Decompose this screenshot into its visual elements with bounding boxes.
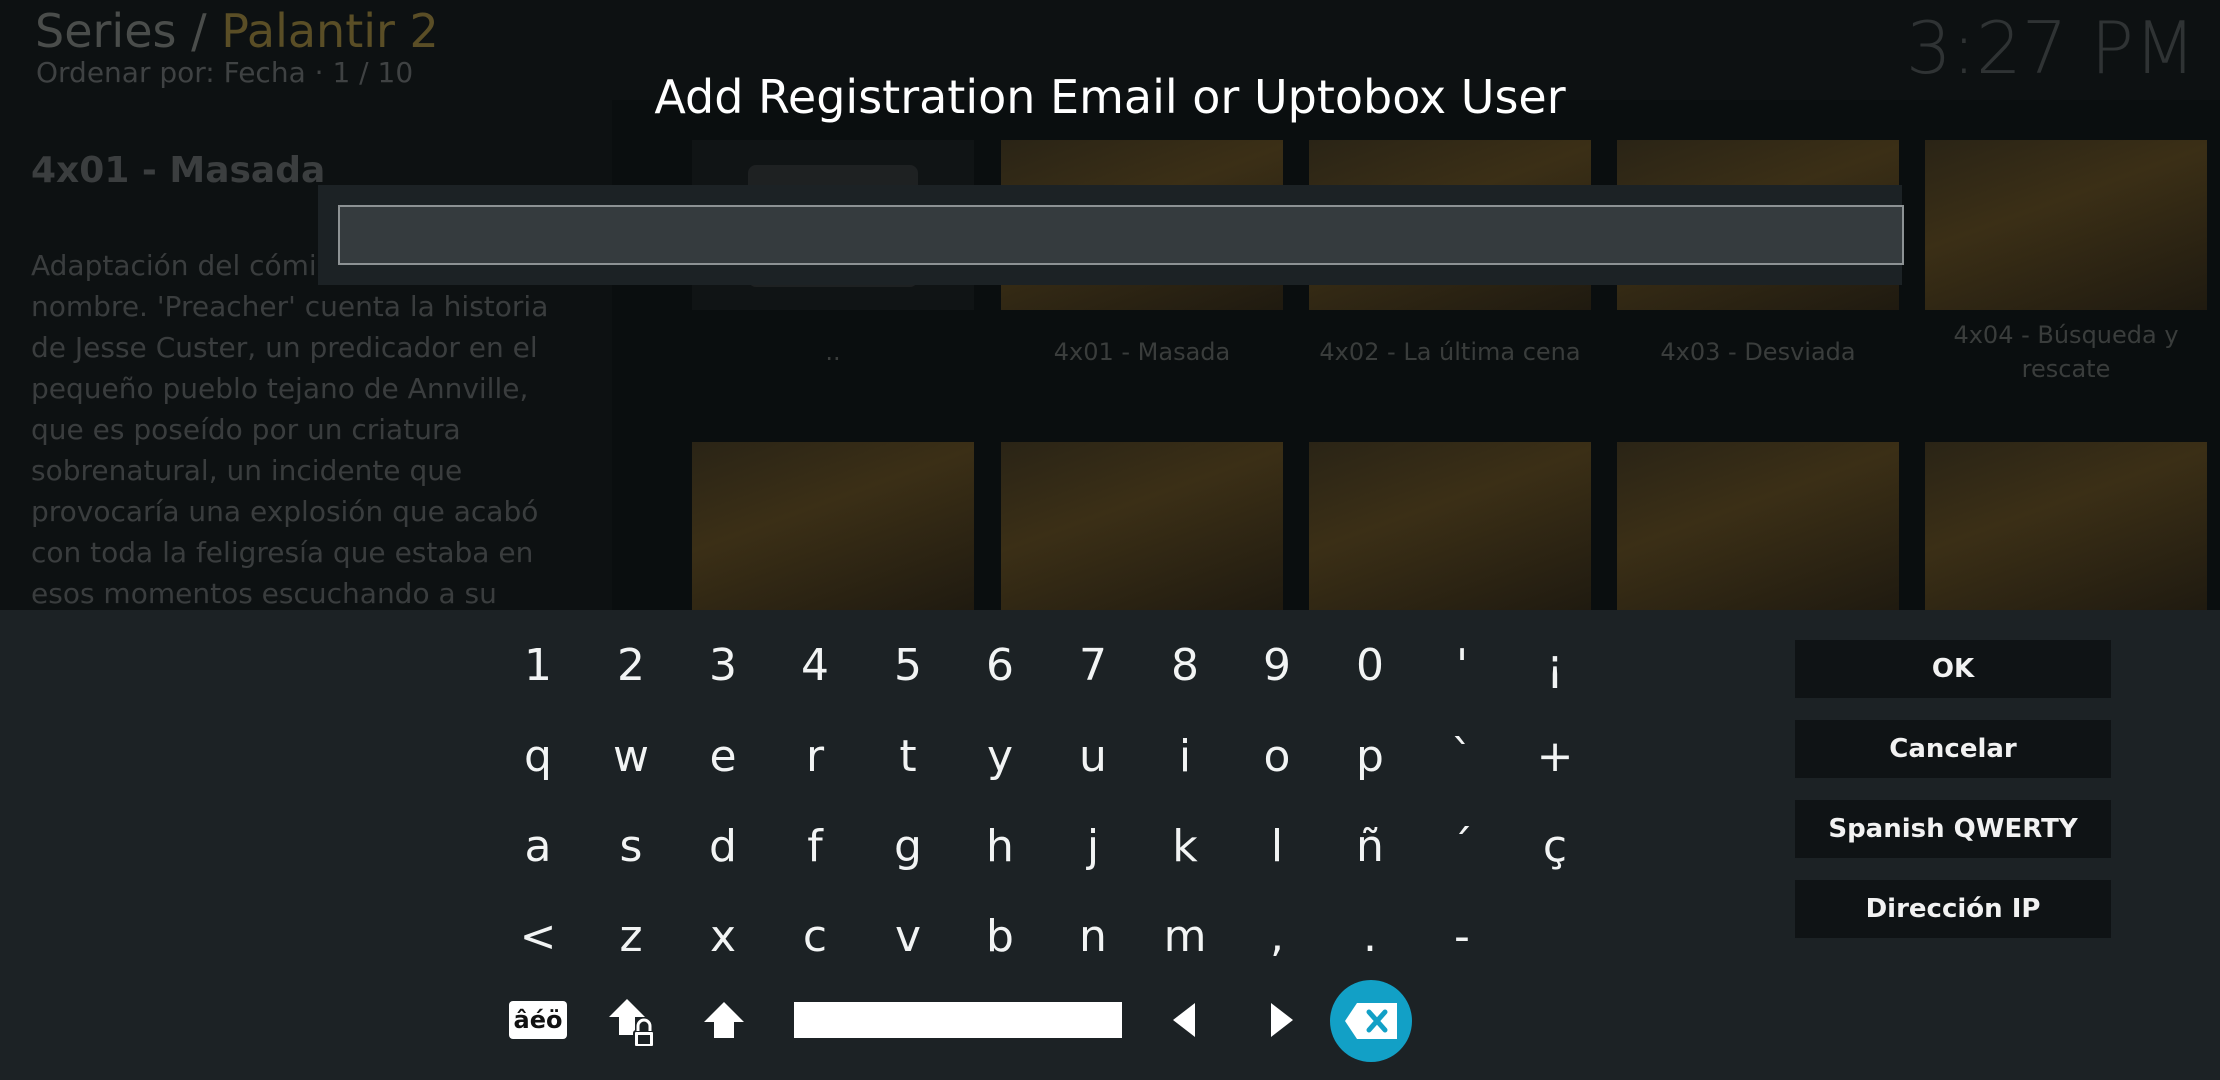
tile-episode[interactable] xyxy=(1617,442,1899,610)
key[interactable]: 2 xyxy=(591,630,671,700)
tile-label: 4x03 - Desviada xyxy=(1660,338,1856,366)
key[interactable]: a xyxy=(498,811,578,881)
key[interactable]: l xyxy=(1237,811,1317,881)
key[interactable]: ñ xyxy=(1330,811,1410,881)
caps-lock-icon[interactable] xyxy=(604,995,662,1051)
key[interactable]: + xyxy=(1515,721,1595,791)
key[interactable]: s xyxy=(591,811,671,881)
key[interactable]: 3 xyxy=(683,630,763,700)
key[interactable]: d xyxy=(683,811,763,881)
key[interactable]: 8 xyxy=(1145,630,1225,700)
key[interactable]: - xyxy=(1422,901,1502,971)
key[interactable]: b xyxy=(960,901,1040,971)
key[interactable]: 6 xyxy=(960,630,1040,700)
key[interactable]: h xyxy=(960,811,1040,881)
key[interactable]: < xyxy=(498,901,578,971)
key[interactable]: u xyxy=(1053,721,1133,791)
key[interactable]: v xyxy=(868,901,948,971)
dialog-heading: Add Registration Email or Uptobox User xyxy=(654,70,1566,124)
cursor-right-icon[interactable] xyxy=(1264,1000,1300,1040)
key[interactable]: t xyxy=(868,721,948,791)
key[interactable]: z xyxy=(591,901,671,971)
episode-plot: Adaptación del cómic del mismo nombre. '… xyxy=(31,249,549,610)
key[interactable]: 1 xyxy=(498,630,578,700)
tile-episode[interactable] xyxy=(1309,442,1591,610)
breadcrumb-section: Series / xyxy=(35,4,207,58)
tile-label: .. xyxy=(825,338,841,366)
tile-episode[interactable] xyxy=(1001,442,1283,610)
key[interactable]: 7 xyxy=(1053,630,1133,700)
key[interactable]: ç xyxy=(1515,811,1595,881)
tile-label: 4x01 - Masada xyxy=(1053,338,1231,366)
key[interactable]: 0 xyxy=(1330,630,1410,700)
key[interactable]: ' xyxy=(1422,630,1502,700)
backspace-icon xyxy=(1345,1003,1397,1039)
symbols-key[interactable]: âéö xyxy=(508,1000,568,1040)
key[interactable]: m xyxy=(1145,901,1225,971)
cancel-button[interactable]: Cancelar xyxy=(1795,720,2111,778)
key[interactable]: ¡ xyxy=(1515,630,1595,700)
key[interactable]: p xyxy=(1330,721,1410,791)
space-key[interactable] xyxy=(794,1002,1122,1038)
tile-episode[interactable] xyxy=(1925,140,2207,310)
tile-episode[interactable] xyxy=(692,442,974,610)
key[interactable]: , xyxy=(1237,901,1317,971)
key[interactable]: f xyxy=(775,811,855,881)
tile-episode[interactable] xyxy=(1925,442,2207,610)
key[interactable]: ` xyxy=(1422,721,1502,791)
tile-label: 4x02 - La última cena xyxy=(1319,338,1581,366)
key[interactable]: o xyxy=(1237,721,1317,791)
symbols-key-label: âéö xyxy=(513,1006,563,1034)
key[interactable]: n xyxy=(1053,901,1133,971)
key[interactable]: i xyxy=(1145,721,1225,791)
episode-title: 4x01 - Masada xyxy=(31,150,326,191)
input-panel xyxy=(318,185,1904,285)
tile-label: 4x04 - Búsqueda y rescate xyxy=(1953,321,2179,383)
ok-button[interactable]: OK xyxy=(1795,640,2111,698)
breadcrumb-show: Palantir 2 xyxy=(221,4,439,58)
key[interactable]: c xyxy=(775,901,855,971)
shift-icon[interactable] xyxy=(700,999,748,1041)
key[interactable]: r xyxy=(775,721,855,791)
key[interactable]: 4 xyxy=(775,630,855,700)
keyboard-layout-button[interactable]: Spanish QWERTY xyxy=(1795,800,2111,858)
key[interactable]: j xyxy=(1053,811,1133,881)
key[interactable]: g xyxy=(868,811,948,881)
ip-address-button[interactable]: Dirección IP xyxy=(1795,880,2111,938)
backspace-key[interactable] xyxy=(1330,980,1412,1062)
key[interactable]: k xyxy=(1145,811,1225,881)
text-input[interactable] xyxy=(338,205,1904,265)
key[interactable]: e xyxy=(683,721,763,791)
key[interactable]: 9 xyxy=(1237,630,1317,700)
cursor-left-icon[interactable] xyxy=(1166,1000,1202,1040)
key[interactable]: 5 xyxy=(868,630,948,700)
key[interactable]: x xyxy=(683,901,763,971)
key[interactable]: . xyxy=(1330,901,1410,971)
key[interactable]: q xyxy=(498,721,578,791)
breadcrumb: Series / Palantir 2 xyxy=(35,4,439,58)
key[interactable]: y xyxy=(960,721,1040,791)
key[interactable]: ´ xyxy=(1422,811,1502,881)
key[interactable]: w xyxy=(591,721,671,791)
